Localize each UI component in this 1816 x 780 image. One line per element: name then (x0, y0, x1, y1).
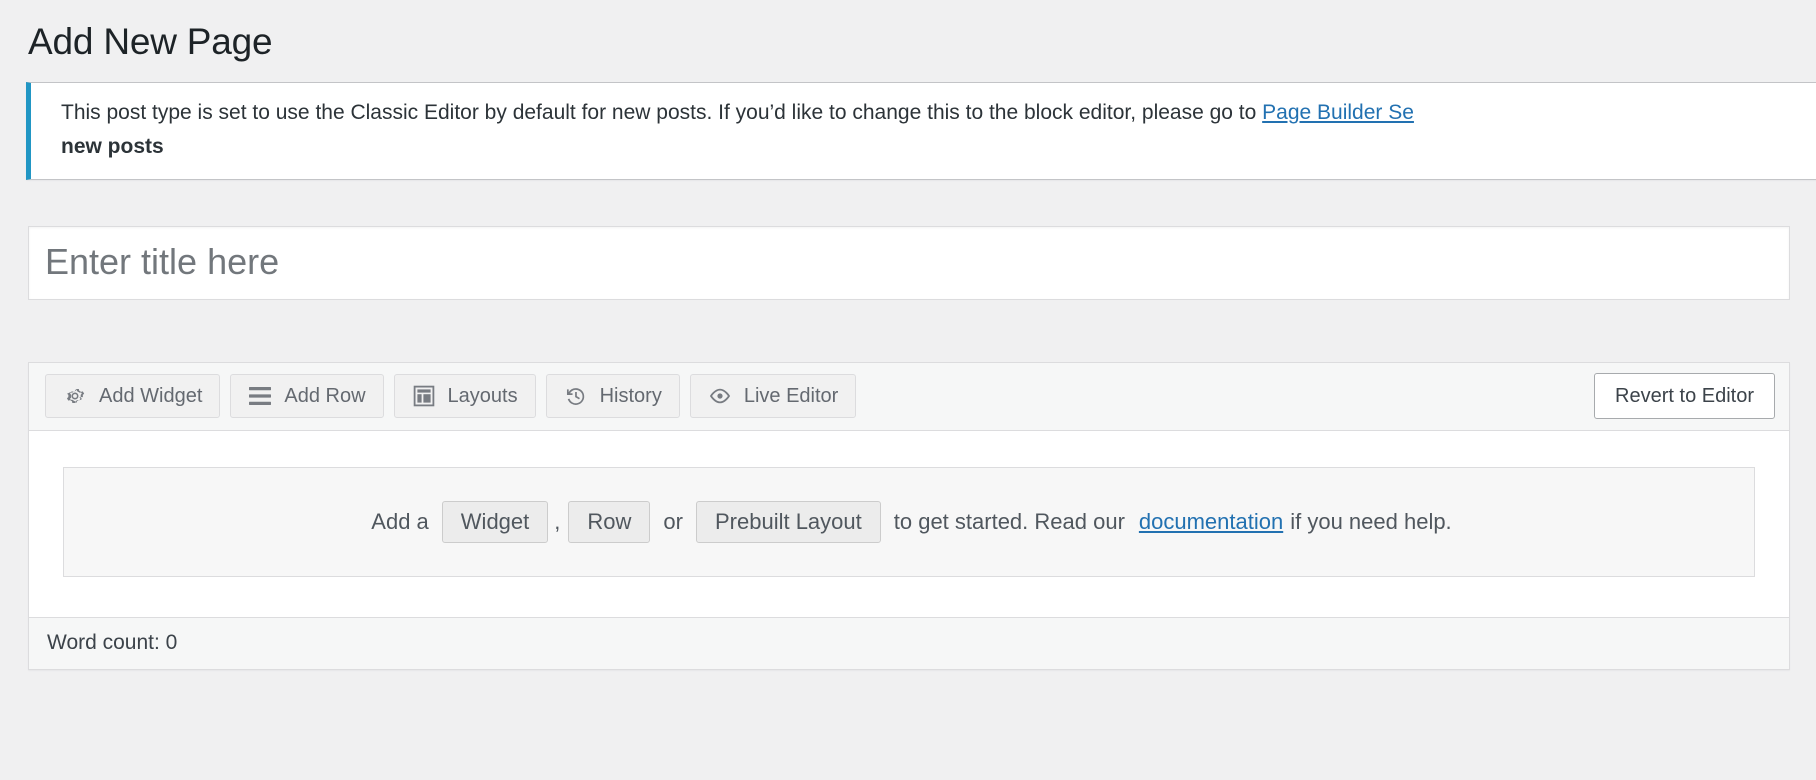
layout-icon (412, 384, 436, 408)
notice-message: This post type is set to use the Classic… (61, 101, 1263, 125)
page-builder-settings-link[interactable]: Page Builder Se (1262, 101, 1414, 124)
live-editor-button[interactable]: Live Editor (689, 374, 857, 419)
classic-editor-notice: This post type is set to use the Classic… (26, 82, 1816, 181)
revert-to-editor-label: Revert to Editor (1615, 385, 1754, 408)
empty-prefix: Add a (371, 509, 429, 535)
empty-suffix: if you need help. (1290, 509, 1452, 535)
add-widget-label: Add Widget (99, 385, 203, 408)
empty-or: or (663, 509, 683, 535)
toolbar-button-group: Add Widget Add Row Layouts History Live … (45, 374, 857, 419)
page-title: Add New Page (28, 21, 273, 62)
empty-state-box: Add a Widget , Row or Prebuilt Layout to… (63, 467, 1755, 578)
admin-page: Add New Page This post type is set to us… (0, 0, 1816, 780)
history-button[interactable]: History (545, 374, 680, 419)
live-editor-label: Live Editor (743, 385, 839, 408)
title-area (28, 226, 1790, 301)
title-input[interactable] (28, 226, 1790, 301)
gear-icon (63, 384, 87, 408)
layouts-button[interactable]: Layouts (393, 374, 536, 419)
prebuilt-layout-pill[interactable]: Prebuilt Layout (695, 501, 881, 544)
history-icon (564, 384, 588, 408)
add-row-label: Add Row (284, 385, 366, 408)
empty-comma: , (554, 509, 561, 535)
word-count-bar: Word count: 0 (29, 617, 1789, 670)
documentation-link[interactable]: documentation (1139, 509, 1283, 535)
page-builder-toolbar: Add Widget Add Row Layouts History Live … (29, 363, 1789, 432)
notice-line-2: new posts (61, 134, 164, 158)
eye-icon (708, 384, 732, 408)
add-widget-button[interactable]: Add Widget (45, 374, 221, 419)
add-widget-pill[interactable]: Widget (441, 501, 549, 544)
rows-icon (248, 384, 272, 408)
history-label: History (599, 385, 662, 408)
layouts-label: Layouts (447, 385, 518, 408)
page-builder-body: Add a Widget , Row or Prebuilt Layout to… (29, 431, 1789, 618)
add-row-pill[interactable]: Row (568, 501, 651, 544)
notice-line-1: This post type is set to use the Classic… (61, 97, 1816, 130)
empty-state-message: Add a Widget , Row or Prebuilt Layout to… (364, 501, 1453, 544)
empty-middle: to get started. Read our (893, 509, 1125, 535)
add-row-button[interactable]: Add Row (230, 374, 384, 419)
page-builder-panel: Add Widget Add Row Layouts History Live … (28, 362, 1790, 671)
revert-to-editor-button[interactable]: Revert to Editor (1594, 373, 1775, 420)
